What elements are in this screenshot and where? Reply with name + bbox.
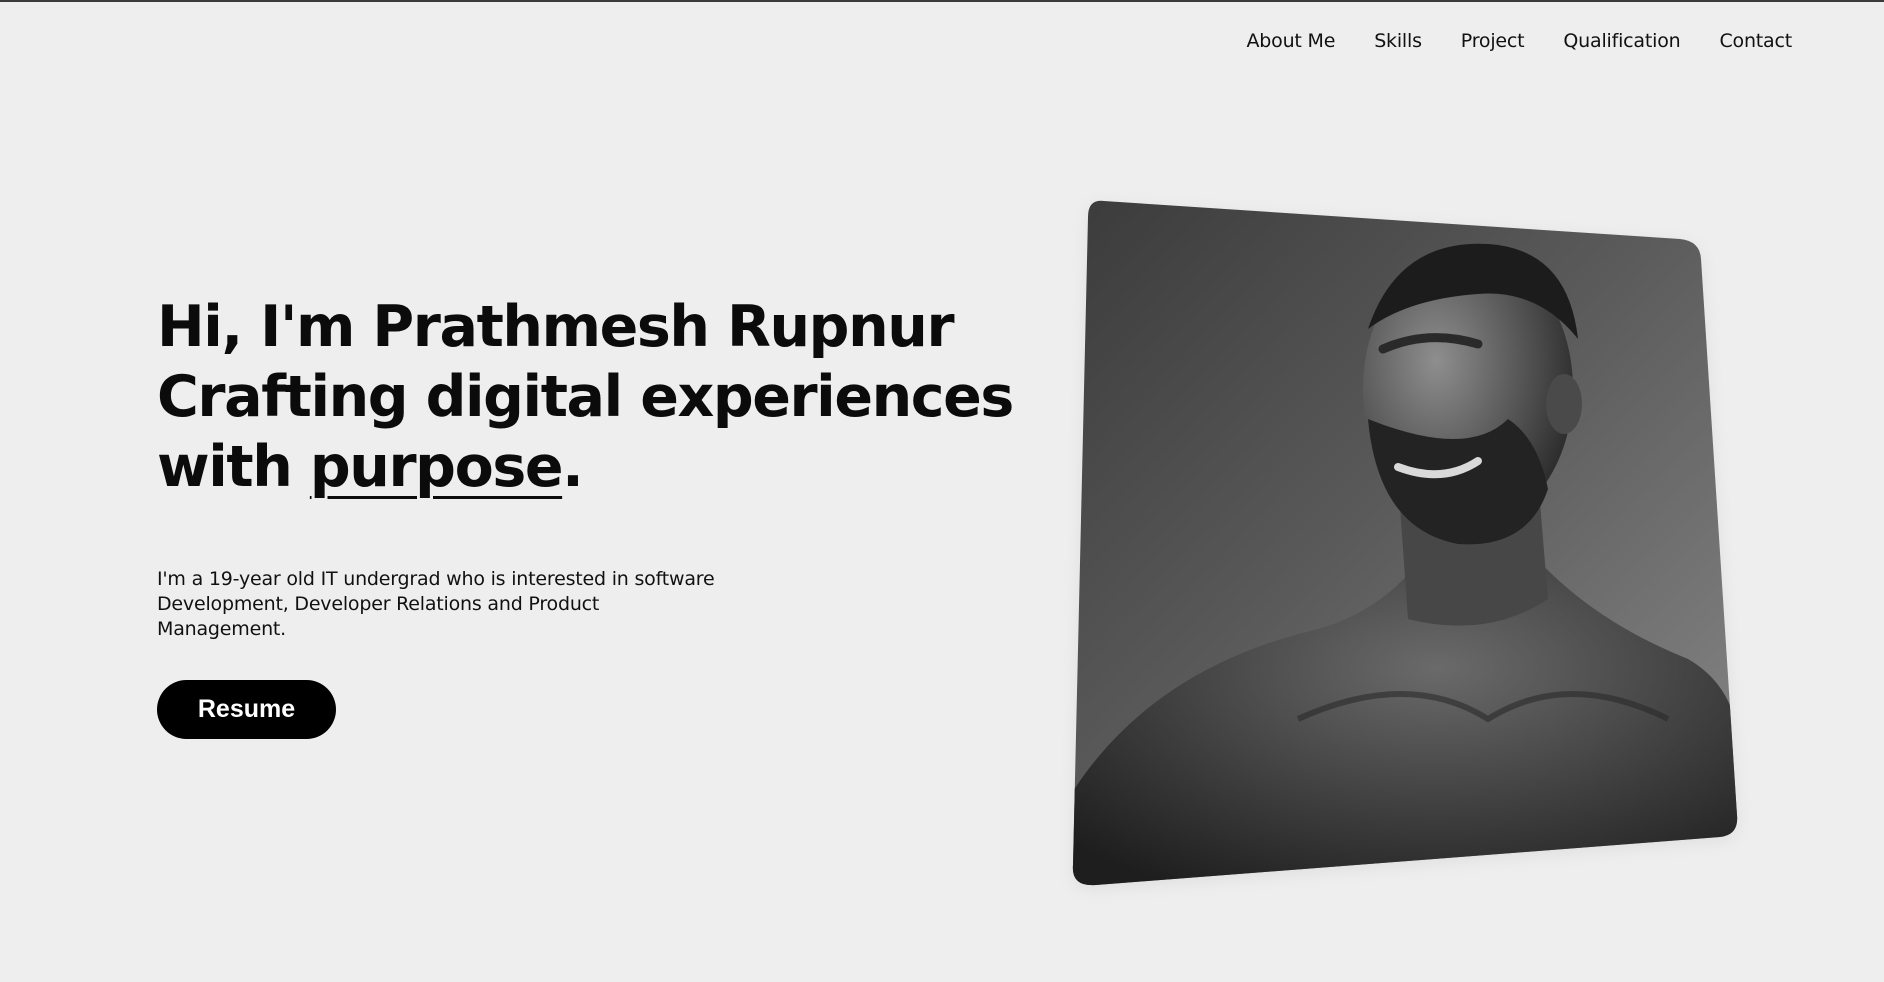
nav-project[interactable]: Project [1461,30,1525,52]
headline-line-2: Crafting digital experiences [157,364,1014,430]
headline-line-3-end: . [562,434,584,500]
headline-line-1: Hi, I'm Prathmesh Rupnur [157,294,955,360]
profile-photo-image [1072,200,1738,886]
nav-skills[interactable]: Skills [1374,30,1422,52]
profile-photo [1068,199,1740,889]
nav-about-me[interactable]: About Me [1246,30,1335,52]
resume-button[interactable]: Resume [157,680,336,739]
hero-intro-text: I'm a 19-year old IT undergrad who is in… [157,568,715,640]
window-top-border [0,0,1884,2]
nav-qualification[interactable]: Qualification [1563,30,1680,52]
hero-headline: Hi, I'm Prathmesh Rupnur Crafting digita… [157,292,1014,502]
headline-purpose-emphasis: purpose [309,434,564,500]
headline-line-3-start: with [157,434,310,500]
nav-contact[interactable]: Contact [1719,30,1792,52]
main-nav: About Me Skills Project Qualification Co… [1246,30,1792,52]
